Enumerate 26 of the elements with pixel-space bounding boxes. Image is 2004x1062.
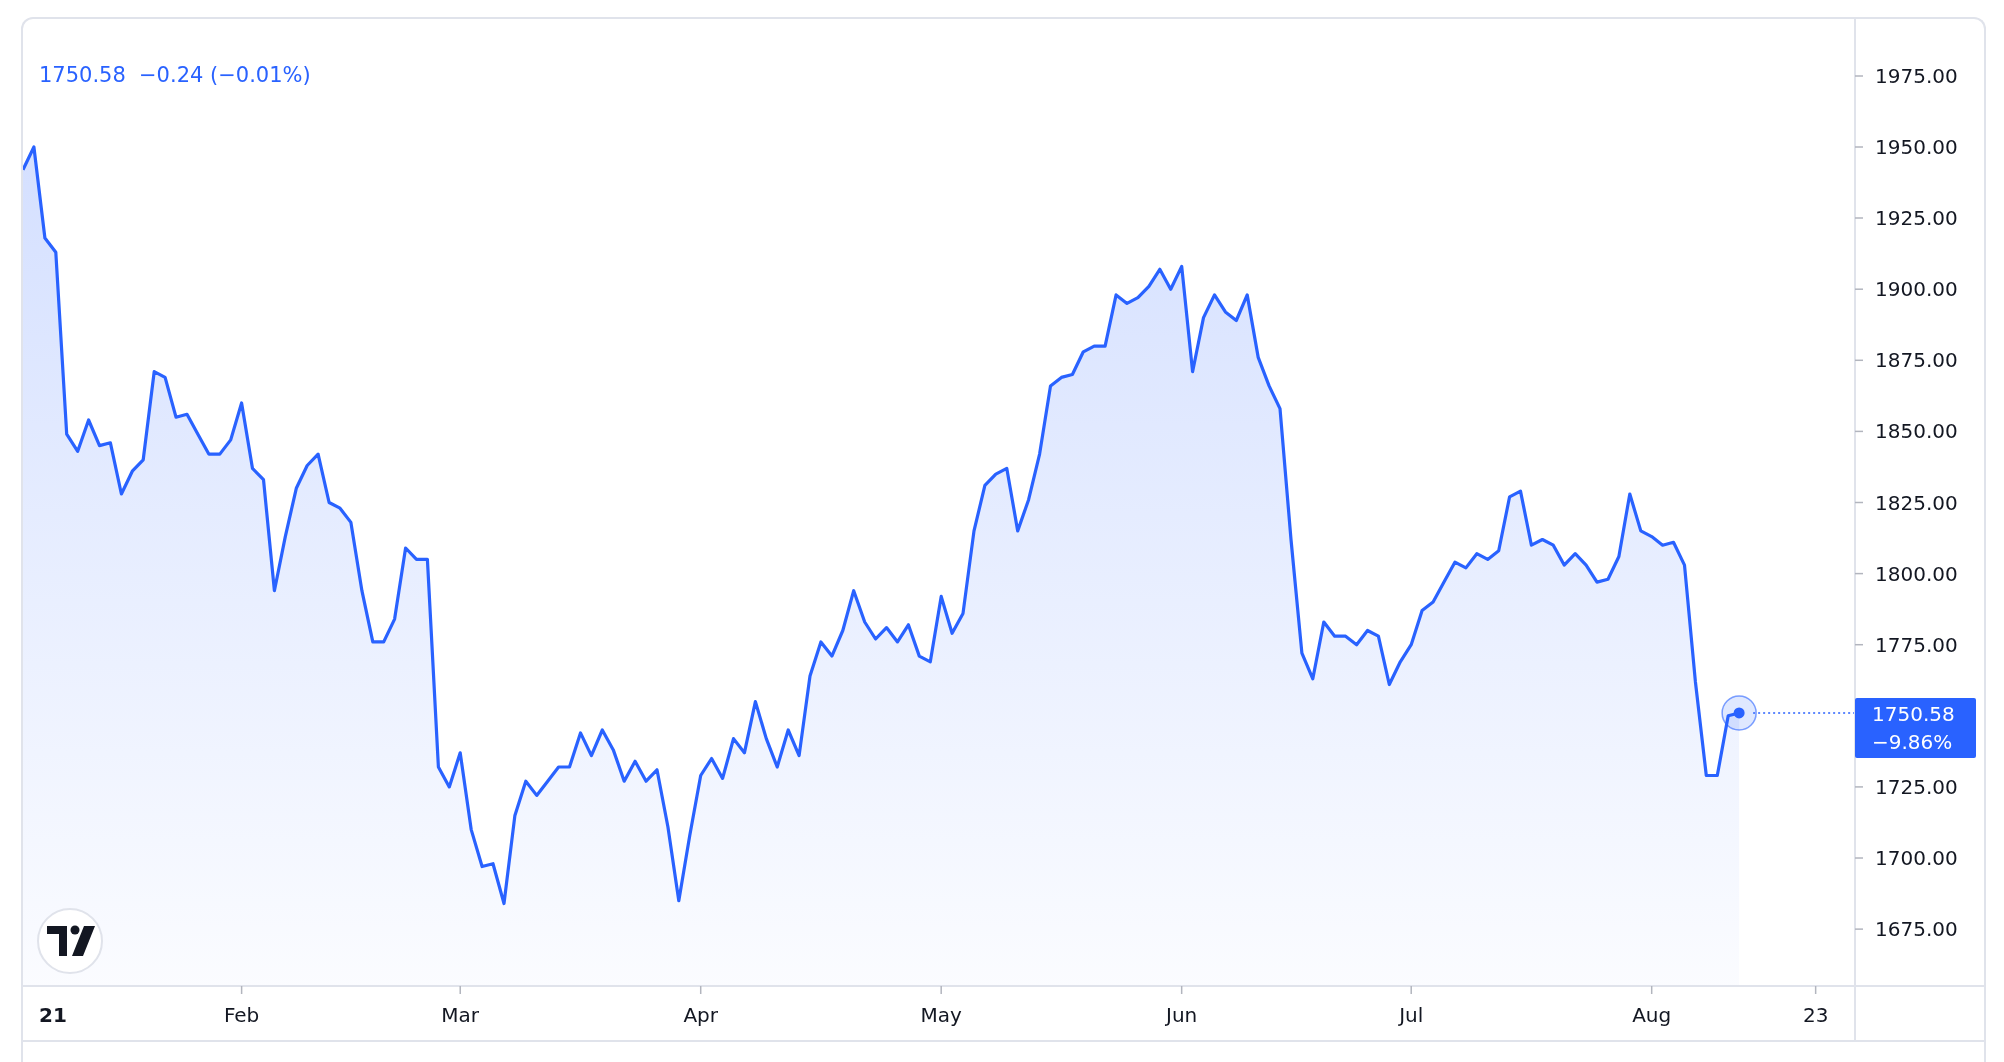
price-axis-label: 1675.00 xyxy=(1875,917,1958,942)
price-axis-label: 1825.00 xyxy=(1875,490,1958,515)
time-axis-label: Mar xyxy=(441,1003,480,1027)
price-axis-label: 1950.00 xyxy=(1875,135,1958,159)
last-price-tag: 1750.58 −9.86% xyxy=(1855,697,1976,758)
price-axis-label: 1975.00 xyxy=(1875,63,1958,88)
price-marker xyxy=(1721,695,1757,731)
time-axis-label: May xyxy=(920,1003,962,1027)
year-label: 21 xyxy=(39,1003,67,1027)
time-axis-label: Jul xyxy=(1399,1003,1424,1027)
price-axis-label: 1875.00 xyxy=(1875,348,1958,373)
legend-price: 1750.58 xyxy=(39,63,126,87)
time-axis-label: Jun xyxy=(1166,1003,1198,1027)
time-axis-label: 23 xyxy=(1802,1003,1829,1027)
time-axis-label: Apr xyxy=(683,1003,718,1027)
price-axis-label: 1900.00 xyxy=(1875,277,1958,302)
price-axis-label: 1700.00 xyxy=(1875,846,1958,870)
price-axis-label: 1925.00 xyxy=(1875,206,1958,231)
time-axis-label: Aug xyxy=(1632,1003,1672,1027)
price-axis-label: 1725.00 xyxy=(1875,774,1958,799)
legend-change: −0.24 (−0.01%) xyxy=(139,63,311,87)
logo-icon xyxy=(37,908,103,974)
price-axis-label: 1850.00 xyxy=(1875,419,1958,444)
price-axis-label: 1775.00 xyxy=(1875,632,1958,657)
price-axis-label: 1800.00 xyxy=(1875,561,1958,586)
time-axis-label: Feb xyxy=(223,1003,260,1027)
